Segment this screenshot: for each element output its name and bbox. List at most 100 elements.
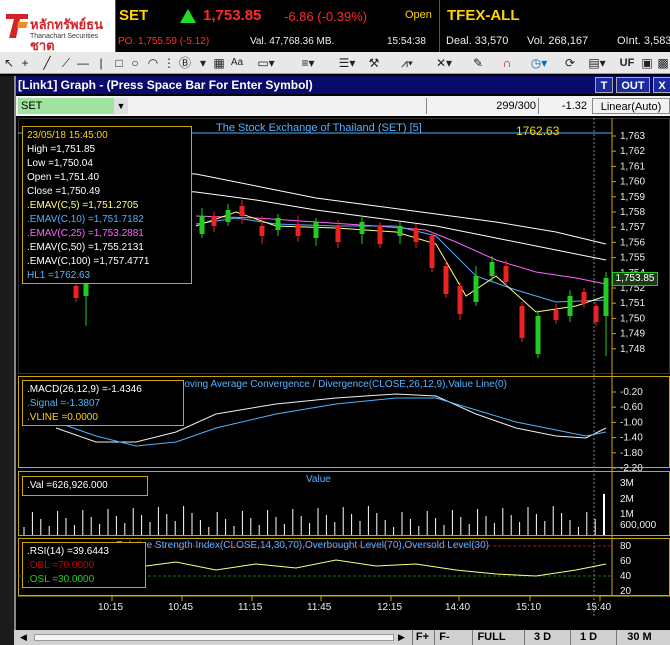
- info-emav50: .EMAV(C,50) =1,755.2131: [27, 242, 144, 253]
- info-open: Open =1,751.40: [27, 172, 100, 183]
- print-icon[interactable]: ▤▾: [586, 54, 608, 72]
- rsi-axis-label: 80: [620, 541, 632, 552]
- info-low: Low =1,750.04: [27, 158, 93, 169]
- volume-axis-label: 3M: [620, 478, 634, 489]
- line-icon[interactable]: ╱: [40, 54, 54, 72]
- time-axis-label: 11:45: [307, 602, 332, 613]
- macd-axis-label: -1.00: [620, 417, 643, 428]
- magnet-icon[interactable]: ∩: [498, 54, 516, 72]
- candle-body: [413, 228, 419, 242]
- line-style-icon[interactable]: ☰▾: [336, 54, 358, 72]
- zigzag-icon[interactable]: ⩘▾: [395, 54, 419, 72]
- clock-icon[interactable]: ◷▾: [528, 54, 550, 72]
- last-price-tag: 1,753.85: [612, 272, 658, 286]
- scroll-left-icon[interactable]: ◀: [20, 632, 30, 643]
- zoom-in-button[interactable]: F+: [412, 630, 432, 645]
- save-icon[interactable]: ▩: [656, 54, 670, 72]
- tfex-open-interest: OInt. 3,583,6: [617, 35, 670, 47]
- candle-body: [443, 266, 449, 294]
- candle-body: [397, 226, 403, 236]
- refresh-icon[interactable]: ⟳: [562, 54, 578, 72]
- time-axis-label: 11:15: [238, 602, 263, 613]
- bitcoin-b-icon[interactable]: Ⓑ: [178, 54, 192, 72]
- 30m-button[interactable]: 30 M: [616, 630, 662, 645]
- volume-axis-label: 600,000: [620, 520, 657, 531]
- crosshair-icon[interactable]: +: [18, 54, 32, 72]
- hl-value: 1762.63: [516, 124, 560, 138]
- index-value: 1,753.85: [203, 7, 262, 24]
- rsi-axis-label: 40: [620, 571, 632, 582]
- pen-style-icon[interactable]: ▭▾: [255, 54, 277, 72]
- macd-axis-label: -0.20: [620, 387, 643, 398]
- drawing-toolbar: ↖ + ╱ ⟋ — | □ ○ ◠ ⋮ Ⓑ ▾ ▦ Aa ▭▾ ≡▾ ☰▾ ⚒ …: [0, 52, 670, 74]
- uf-button[interactable]: UF: [618, 54, 636, 72]
- cursor-icon[interactable]: ↖: [2, 54, 16, 72]
- price-axis-label: 1,757: [620, 222, 645, 233]
- divider: [439, 0, 440, 52]
- obl-value: .OBL =70.0000: [27, 560, 95, 571]
- macd-axis-label: -2.20: [620, 463, 643, 474]
- 1d-button[interactable]: 1 D: [570, 630, 606, 645]
- zoom-out-button[interactable]: F-: [434, 630, 454, 645]
- pencil-icon[interactable]: ✎: [470, 54, 486, 72]
- price-axis-label: 1,749: [620, 329, 645, 340]
- full-button[interactable]: FULL: [472, 630, 510, 645]
- fibonacci-icon[interactable]: ⋮: [162, 54, 176, 72]
- candle-body: [239, 206, 245, 216]
- price-axis-label: 1,751: [620, 298, 645, 309]
- rectangle-icon[interactable]: □: [112, 54, 126, 72]
- info-emav10: .EMAV(C,10) =1,751.7182: [27, 214, 144, 225]
- candle-body: [593, 306, 599, 322]
- trade-value: Val. 47,768.36 MB.: [250, 36, 335, 47]
- info-emav100: .EMAV(C,100) =1,757.4771: [27, 256, 150, 267]
- circle-icon[interactable]: ○: [128, 54, 142, 72]
- channel-icon[interactable]: ▦: [212, 54, 226, 72]
- arc-icon[interactable]: ◠: [146, 54, 160, 72]
- rsi-info-box: .RSI(14) =39.6443 .OBL =70.0000 .OSL =30…: [22, 542, 146, 588]
- volume-value: .Val =626,926.000: [27, 480, 108, 491]
- info-hl1: HL1 =1762.63: [27, 270, 91, 281]
- scroll-right-icon[interactable]: ▶: [398, 632, 408, 643]
- dropdown-icon[interactable]: ▾: [196, 54, 210, 72]
- hline-icon[interactable]: —: [76, 54, 90, 72]
- logo-mark-icon: [6, 14, 28, 38]
- vline-icon[interactable]: |: [94, 54, 108, 72]
- candle-body: [377, 226, 383, 244]
- po-value: PO. 1,755.59 (-5.12): [118, 36, 210, 47]
- side-panel-strip[interactable]: [0, 76, 14, 645]
- candle-body: [335, 226, 341, 242]
- volume-info-box: .Val =626,926.000: [22, 476, 148, 496]
- horizontal-scrollbar[interactable]: [34, 634, 394, 641]
- 3d-button[interactable]: 3 D: [524, 630, 560, 645]
- time-axis-label: 15:40: [586, 602, 611, 613]
- candle-body: [429, 236, 435, 268]
- floppy-icon[interactable]: ▣: [640, 54, 654, 72]
- text-icon[interactable]: Aa: [229, 54, 245, 72]
- candle-body: [295, 224, 301, 236]
- price-axis-label: 1,759: [620, 192, 645, 203]
- macd-axis-label: -0.60: [620, 402, 643, 413]
- bottom-bar: ◀ ▶ F+ F- FULL 3 D 1 D 30 M: [14, 630, 670, 645]
- rsi-axis-label: 20: [620, 586, 632, 597]
- candle-body: [567, 296, 573, 316]
- info-close: Close =1,750.49: [27, 186, 101, 197]
- tfex-name[interactable]: TFEX-ALL: [447, 7, 520, 24]
- price-axis-label: 1,760: [620, 177, 645, 188]
- index-name[interactable]: SET: [119, 7, 148, 24]
- candle-body: [553, 310, 559, 320]
- candle-body: [73, 286, 79, 298]
- candle-body: [519, 306, 525, 338]
- candle-body: [503, 266, 509, 282]
- rsi-title: Relative Strength Index(CLOSE,14,30,70),…: [116, 540, 489, 551]
- volume-title: Value: [306, 474, 331, 485]
- delete-icon[interactable]: ✕▾: [433, 54, 455, 72]
- rsi-value: .RSI(14) =39.6443: [27, 546, 109, 557]
- volume-axis-label: 2M: [620, 494, 634, 505]
- time-axis-label: 12:15: [377, 602, 402, 613]
- candle-body: [199, 216, 205, 234]
- line-width-icon[interactable]: ≡▾: [297, 54, 319, 72]
- up-arrow-icon: [180, 9, 196, 23]
- trendline-icon[interactable]: ⟋: [58, 54, 74, 72]
- candle-body: [457, 286, 463, 314]
- tools-icon[interactable]: ⚒: [366, 54, 382, 72]
